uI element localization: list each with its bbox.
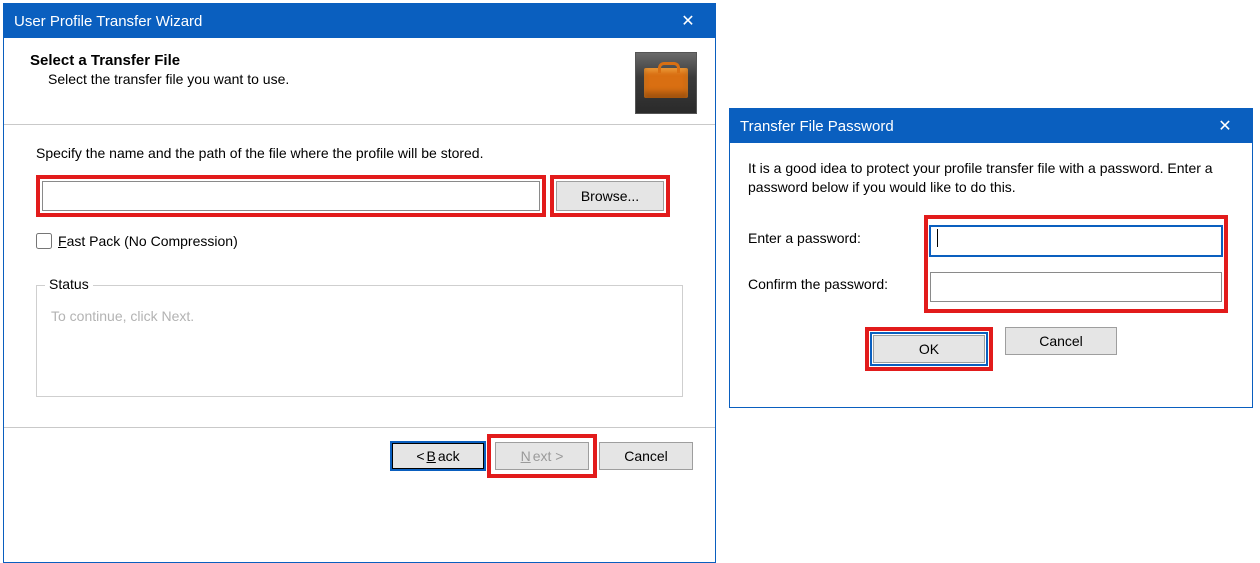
cancel-button[interactable]: Cancel (599, 442, 693, 470)
transfer-file-path-input[interactable] (42, 181, 540, 211)
status-text: To continue, click Next. (51, 308, 668, 324)
wizard-footer: < Back Next > Cancel (4, 427, 715, 488)
password-dialog: Transfer File Password ✕ It is a good id… (729, 108, 1253, 408)
enter-password-label: Enter a password: (748, 230, 861, 246)
browse-button[interactable]: Browse... (556, 181, 664, 211)
enter-password-input[interactable] (930, 226, 1222, 256)
wizard-banner-image (635, 52, 697, 114)
ok-button[interactable]: OK (873, 335, 985, 363)
confirm-password-label: Confirm the password: (748, 276, 888, 292)
wizard-header: Select a Transfer File Select the transf… (4, 38, 715, 124)
wizard-window: User Profile Transfer Wizard ✕ Select a … (3, 3, 716, 563)
password-message: It is a good idea to protect your profil… (748, 159, 1234, 197)
instruction-text: Specify the name and the path of the fil… (36, 145, 683, 161)
wizard-title: User Profile Transfer Wizard (14, 13, 671, 30)
wizard-titlebar[interactable]: User Profile Transfer Wizard ✕ (4, 4, 715, 38)
wizard-heading: Select a Transfer File (30, 52, 635, 69)
status-group: Status To continue, click Next. (36, 285, 683, 397)
password-title: Transfer File Password (740, 118, 1208, 135)
status-legend: Status (45, 276, 93, 292)
fast-pack-label: Fast Pack (No Compression) (58, 233, 238, 249)
wizard-subheading: Select the transfer file you want to use… (48, 71, 635, 87)
confirm-password-input[interactable] (930, 272, 1222, 302)
fast-pack-checkbox[interactable] (36, 233, 52, 249)
back-button[interactable]: < Back (391, 442, 485, 470)
close-icon[interactable]: ✕ (1208, 109, 1242, 143)
cancel-button[interactable]: Cancel (1005, 327, 1117, 355)
password-titlebar[interactable]: Transfer File Password ✕ (730, 109, 1252, 143)
next-button[interactable]: Next > (495, 442, 589, 470)
close-icon[interactable]: ✕ (671, 4, 705, 38)
